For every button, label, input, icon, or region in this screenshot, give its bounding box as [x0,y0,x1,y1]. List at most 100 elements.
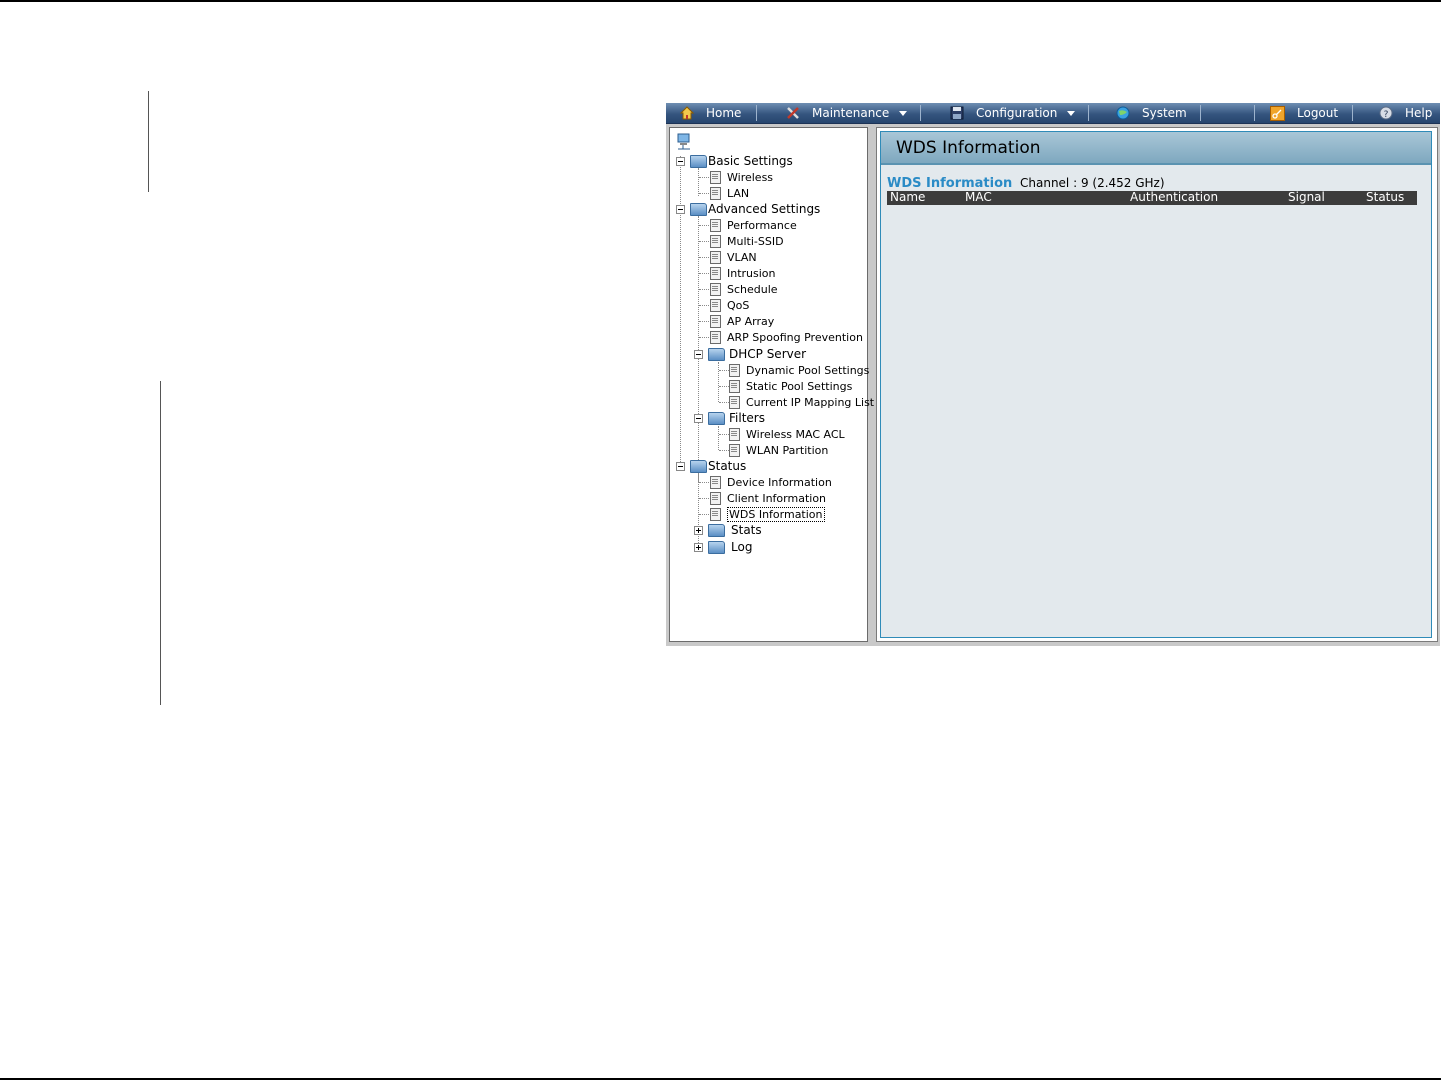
tree-connector [699,514,709,515]
tree-item-lan[interactable]: LAN [710,185,749,201]
document-icon [729,427,740,441]
column-header-name: Name [890,190,926,204]
wds-table-header: Name MAC Authentication Signal Status [887,190,1417,205]
document-icon [710,507,721,521]
menu-home[interactable]: Home [679,103,741,123]
document-icon [710,282,721,296]
collapse-icon[interactable] [676,462,685,471]
tree-item-device-information[interactable]: Device Information [710,474,832,490]
folder-icon [690,154,707,168]
tree-folder-label: Basic Settings [708,154,793,168]
tree-item-label: WLAN Partition [746,443,829,457]
tree-item-label: VLAN [727,250,757,264]
tree-connector [699,289,709,290]
collapse-icon[interactable] [676,205,685,214]
tree-item-qos[interactable]: QoS [710,297,749,313]
tree-item-label: Schedule [727,282,778,296]
menu-configuration[interactable]: Configuration [950,103,1076,123]
menu-separator [1352,105,1353,121]
tree-connector [698,168,699,196]
expand-icon[interactable] [694,543,703,552]
tree-item-label: Dynamic Pool Settings [746,363,870,377]
tree-connector [698,473,699,551]
tree-folder-advanced-settings[interactable]: Advanced Settings [690,201,820,217]
tree-item-ap-array[interactable]: AP Array [710,313,774,329]
tree-item-wireless[interactable]: Wireless [710,169,773,185]
tree-folder-basic-settings[interactable]: Basic Settings [690,153,793,169]
document-icon [710,218,721,232]
tree-item-wlan-partition[interactable]: WLAN Partition [729,442,828,458]
menu-maintenance[interactable]: Maintenance [786,103,908,123]
tree-item-wds-information[interactable]: WDS Information [710,506,825,522]
floppy-disk-icon [950,106,964,120]
document-icon [710,475,721,489]
tree-item-vlan[interactable]: VLAN [710,249,757,265]
tree-item-wireless-mac-acl[interactable]: Wireless MAC ACL [729,426,845,442]
tree-item-label: AP Array [727,314,775,328]
tree-folder-stats[interactable]: Stats [708,522,762,538]
tree-connector [718,362,719,402]
tree-item-label: Wireless [727,170,774,184]
tree-item-performance[interactable]: Performance [710,217,797,233]
menu-logout[interactable]: Logout [1270,103,1338,123]
collapse-icon[interactable] [676,157,685,166]
tools-icon [786,106,800,120]
tree-item-intrusion[interactable]: Intrusion [710,265,776,281]
column-header-authentication: Authentication [1130,190,1219,204]
tree-connector [699,257,709,258]
tree-item-label: Current IP Mapping List [746,395,875,409]
tree-connector [719,450,729,451]
document-icon [729,395,740,409]
tree-folder-dhcp-server[interactable]: DHCP Server [708,346,806,362]
tree-item-client-information[interactable]: Client Information [710,490,826,506]
document-icon [710,186,721,200]
column-header-signal: Signal [1288,190,1325,204]
tree-item-multi-ssid[interactable]: Multi-SSID [710,233,784,249]
document-icon [710,491,721,505]
tree-item-label: Static Pool Settings [746,379,853,393]
collapse-icon[interactable] [694,414,703,423]
tree-item-label: QoS [727,298,750,312]
folder-icon [708,523,725,537]
tree-connector [680,156,681,466]
menu-separator [920,105,921,121]
tree-folder-filters[interactable]: Filters [708,410,765,426]
collapse-icon[interactable] [694,350,703,359]
tree-connector [719,386,729,387]
tree-item-label: Wireless MAC ACL [746,427,845,441]
folder-icon [690,459,707,473]
tree-item-dynamic-pool-settings[interactable]: Dynamic Pool Settings [729,362,869,378]
column-header-status: Status [1366,190,1405,204]
wds-information-panel: WDS Information WDS Information Channel … [880,131,1432,638]
tree-folder-log[interactable]: Log [708,539,752,555]
tree-item-schedule[interactable]: Schedule [710,281,778,297]
content-pane: WDS Information WDS Information Channel … [876,127,1438,642]
web-ui-screenshot: Home Maintenance Configuration System Lo… [666,103,1440,646]
menu-separator [1254,105,1255,121]
home-icon [679,106,695,120]
folder-icon [708,540,725,554]
tree-item-current-ip-mapping-list[interactable]: Current IP Mapping List [729,394,874,410]
menu-system[interactable]: System [1116,103,1187,123]
tree-folder-status[interactable]: Status [690,458,746,474]
tree-connector [719,402,729,403]
menu-separator [1200,105,1201,121]
menu-system-label: System [1142,106,1187,120]
navigation-tree: Basic Settings Wireless LAN Advanced Set… [669,127,874,642]
margin-line-lower [160,381,161,705]
tree-folder-label: Status [708,459,747,473]
tree-item-static-pool-settings[interactable]: Static Pool Settings [729,378,852,394]
margin-line-upper [148,91,149,192]
document-icon [710,234,721,248]
menu-help[interactable]: ? Help [1379,103,1432,123]
expand-icon[interactable] [694,526,703,535]
document-icon [710,266,721,280]
tree-folder-label: Advanced Settings [708,202,821,216]
tree-connector [699,337,709,338]
menu-help-label: Help [1405,106,1433,120]
tree-item-arp-spoofing-prevention[interactable]: ARP Spoofing Prevention [710,329,863,345]
page-bottom-rule [0,1078,1441,1080]
tree-connector [699,225,709,226]
tree-connector [699,241,709,242]
channel-info: Channel : 9 (2.452 GHz) [1020,176,1165,190]
